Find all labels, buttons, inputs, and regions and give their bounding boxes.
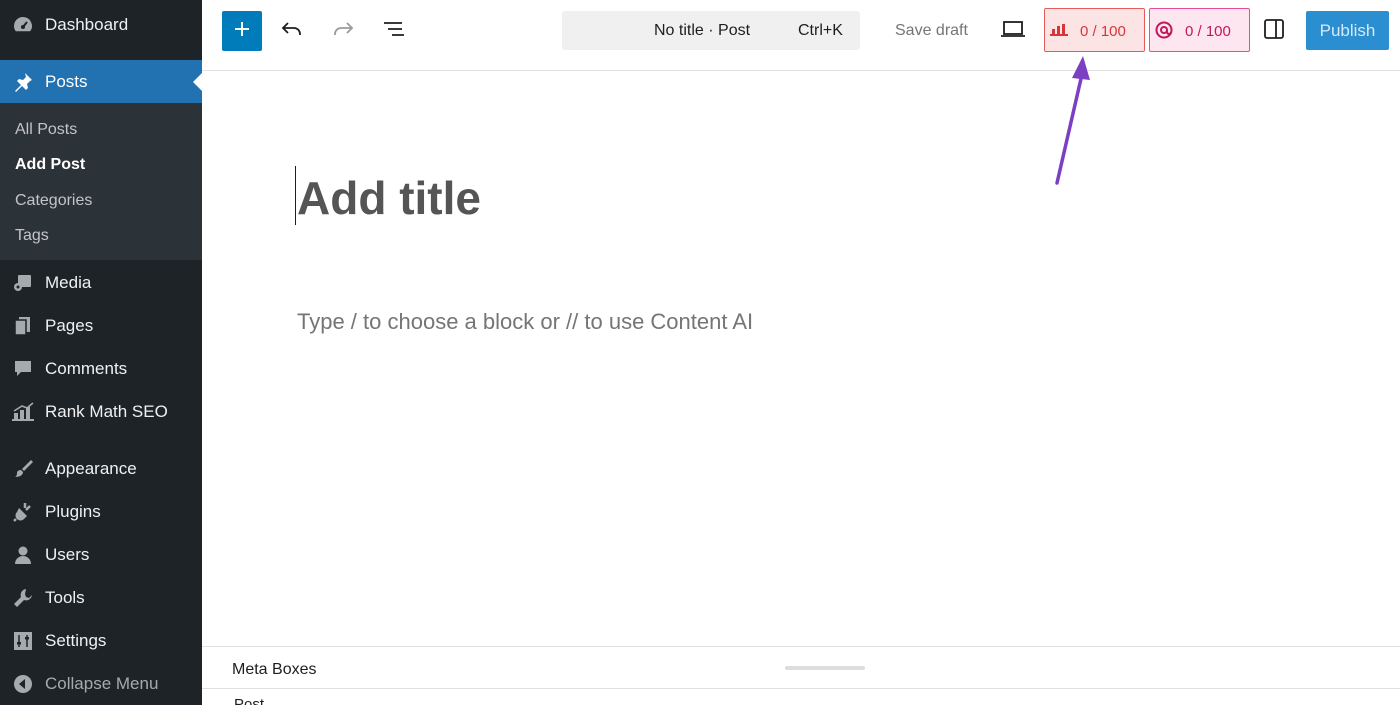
command-palette-bar[interactable]: No title · Post Ctrl+K — [562, 11, 860, 50]
submenu-categories[interactable]: Categories — [15, 192, 92, 210]
user-icon — [11, 543, 35, 567]
media-icon — [11, 271, 35, 295]
menu-label-posts: Posts — [45, 72, 88, 91]
block-appender[interactable]: Type / to choose a block or // to use Co… — [297, 309, 753, 335]
menu-item-tools[interactable]: Tools — [0, 578, 202, 618]
admin-sidebar: Dashboard Posts All Posts Add Post Categ… — [0, 0, 202, 705]
content-ai-score-button[interactable]: 0 / 100 — [1149, 8, 1250, 52]
menu-item-media[interactable]: Media — [0, 263, 202, 303]
document-overview-button[interactable] — [379, 16, 409, 46]
menu-label-dashboard: Dashboard — [45, 15, 129, 34]
menu-item-rank-math[interactable]: Rank Math SEO — [0, 392, 202, 432]
collapse-menu-button[interactable]: Collapse Menu — [0, 664, 202, 704]
menu-item-posts[interactable]: Posts — [0, 60, 202, 104]
menu-label-settings: Settings — [45, 631, 107, 650]
submenu-all-posts[interactable]: All Posts — [15, 121, 77, 139]
document-title-label: No title · Post — [654, 22, 751, 39]
rank-math-icon — [11, 400, 35, 424]
menu-item-users[interactable]: Users — [0, 535, 202, 575]
submenu-tags[interactable]: Tags — [15, 227, 49, 245]
brush-icon — [11, 457, 35, 481]
redo-button[interactable] — [328, 16, 358, 46]
menu-label-appearance: Appearance — [45, 459, 137, 478]
menu-label-collapse: Collapse Menu — [45, 674, 159, 693]
menu-label-tools: Tools — [45, 588, 85, 607]
wrench-icon — [11, 586, 35, 610]
undo-icon — [280, 17, 304, 46]
menu-label-plugins: Plugins — [45, 502, 101, 521]
menu-label-rank-math: Rank Math SEO — [45, 402, 168, 421]
menu-item-settings[interactable]: Settings — [0, 621, 202, 661]
meta-boxes-title: Meta Boxes — [232, 661, 317, 678]
menu-label-comments: Comments — [45, 359, 128, 378]
post-title-input[interactable]: Add title — [297, 171, 481, 225]
menu-label-users: Users — [45, 545, 90, 564]
settings-icon — [11, 629, 35, 653]
meta-boxes-resize-handle[interactable] — [785, 666, 865, 670]
editor-toolbar: No title · Post Ctrl+K Save draft 0 / 10… — [202, 0, 1400, 71]
publish-button[interactable]: Publish — [1306, 11, 1389, 50]
menu-label-pages: Pages — [45, 316, 94, 335]
rank-math-seo-score-button[interactable]: 0 / 100 — [1044, 8, 1145, 52]
preview-button[interactable] — [998, 16, 1028, 46]
seo-score-value: 0 / 100 — [1080, 23, 1126, 40]
block-inserter-button[interactable] — [222, 11, 262, 51]
menu-item-pages[interactable]: Pages — [0, 306, 202, 346]
meta-box-post-label: Post — [234, 696, 265, 705]
plus-icon — [232, 19, 252, 44]
menu-item-appearance[interactable]: Appearance — [0, 449, 202, 489]
editor-canvas: Add title Type / to choose a block or //… — [202, 71, 1400, 646]
save-draft-button[interactable]: Save draft — [895, 22, 968, 40]
rank-math-icon — [1049, 21, 1069, 42]
comment-icon — [11, 357, 35, 381]
content-ai-icon — [1154, 20, 1174, 45]
keyboard-shortcut-label: Ctrl+K — [798, 22, 843, 39]
menu-item-plugins[interactable]: Plugins — [0, 492, 202, 532]
text-caret — [295, 166, 296, 225]
dashboard-icon — [11, 13, 35, 37]
laptop-icon — [1000, 19, 1026, 44]
collapse-icon — [11, 672, 35, 696]
meta-boxes-panel: Meta Boxes Post — [202, 646, 1400, 705]
menu-item-comments[interactable]: Comments — [0, 349, 202, 389]
pin-icon — [11, 70, 35, 94]
plug-icon — [11, 500, 35, 524]
content-ai-score-value: 0 / 100 — [1185, 23, 1231, 40]
pages-icon — [11, 314, 35, 338]
settings-sidebar-toggle[interactable] — [1259, 16, 1289, 46]
menu-item-dashboard[interactable]: Dashboard — [0, 5, 202, 45]
meta-divider — [202, 688, 1400, 689]
sidebar-panel-icon — [1263, 18, 1285, 45]
redo-icon — [331, 17, 355, 46]
posts-submenu: All Posts Add Post Categories Tags — [0, 103, 202, 260]
submenu-add-post[interactable]: Add Post — [15, 156, 85, 174]
undo-button[interactable] — [277, 16, 307, 46]
menu-label-media: Media — [45, 273, 92, 292]
list-view-icon — [382, 17, 406, 46]
